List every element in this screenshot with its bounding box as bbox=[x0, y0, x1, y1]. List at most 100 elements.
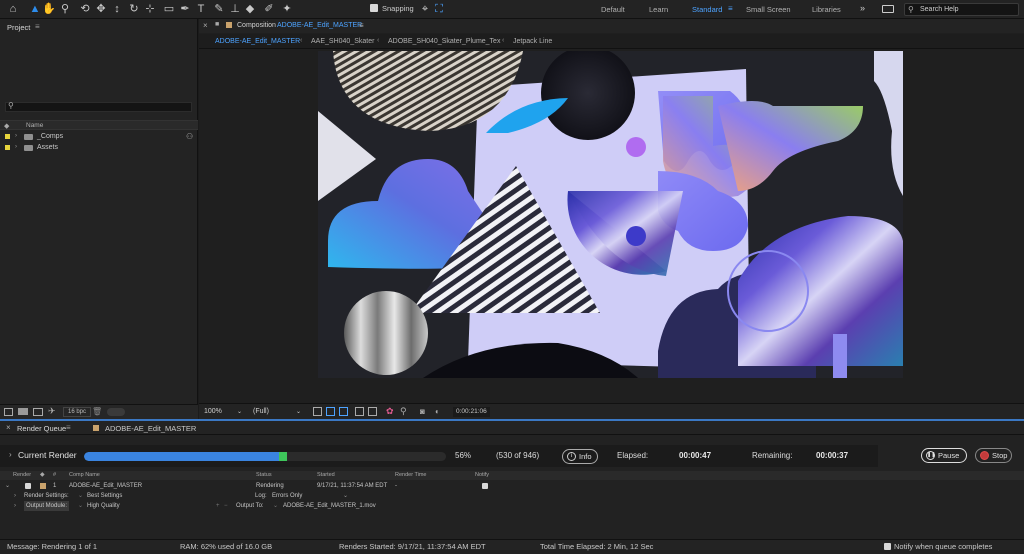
dolly-tool-icon[interactable]: ↕ bbox=[110, 2, 124, 16]
delete-icon[interactable]: 🗑 bbox=[92, 407, 102, 416]
anchor-tool-icon[interactable]: ⊹ bbox=[143, 2, 157, 16]
expand-chevron-icon[interactable]: › bbox=[15, 142, 17, 153]
collapse-chevron-icon[interactable]: ⌄ bbox=[5, 481, 10, 491]
dropdown-arrow-icon[interactable]: ⌄ bbox=[78, 501, 83, 511]
puppet-tool-icon[interactable]: ✦ bbox=[280, 2, 294, 16]
rotate-tool-icon[interactable]: ↻ bbox=[127, 2, 141, 16]
interpret-footage-icon[interactable] bbox=[4, 408, 13, 416]
project-search-input[interactable]: ⚲ bbox=[5, 101, 192, 112]
workspace-libraries[interactable]: Libraries bbox=[812, 5, 841, 14]
workspace-menu-icon[interactable]: ≡ bbox=[728, 4, 733, 13]
view-layout-icon[interactable] bbox=[368, 407, 377, 416]
adjust-settings-icon[interactable]: ✈ bbox=[48, 406, 56, 417]
timecode-display[interactable]: 0:00:21:06 bbox=[453, 407, 490, 417]
brush-tool-icon[interactable]: ✎ bbox=[212, 2, 226, 16]
snap-options-icon[interactable]: ⌖ bbox=[418, 2, 432, 16]
close-icon[interactable]: × bbox=[6, 423, 11, 432]
remove-output-icon[interactable]: − bbox=[224, 501, 228, 511]
add-output-icon[interactable]: + bbox=[216, 501, 220, 511]
search-help-input[interactable]: ⚲ Search Help bbox=[904, 3, 1019, 16]
type-tool-icon[interactable]: T bbox=[194, 2, 208, 16]
number-column-header[interactable]: # bbox=[53, 471, 56, 480]
notify-queue-checkbox[interactable] bbox=[884, 540, 891, 554]
started-column-header[interactable]: Started bbox=[317, 471, 335, 480]
output-module-value[interactable]: High Quality bbox=[87, 501, 120, 511]
resolution-select[interactable]: (Full) ⌄ bbox=[253, 407, 301, 417]
flowchart-icon[interactable]: ⚇ bbox=[186, 131, 193, 142]
label-color-swatch[interactable] bbox=[5, 134, 10, 139]
workspace-default[interactable]: Default bbox=[601, 5, 625, 14]
zoom-select[interactable]: 100% ⌄ bbox=[204, 407, 242, 417]
log-value[interactable]: Errors Only bbox=[272, 491, 302, 501]
close-icon[interactable]: × bbox=[203, 21, 208, 30]
bit-depth-button[interactable]: 16 bpc bbox=[63, 407, 92, 417]
show-snapshot-icon[interactable]: ◐ bbox=[435, 407, 440, 416]
expand-chevron-icon[interactable]: › bbox=[14, 491, 16, 501]
snapping-checkbox[interactable] bbox=[370, 4, 378, 12]
comp-tab[interactable]: ADOBE-AE_Edit_MASTER bbox=[105, 424, 196, 433]
render-column-header[interactable]: Render bbox=[13, 471, 31, 480]
region-of-interest-icon[interactable] bbox=[313, 407, 322, 416]
comp-name-column-header[interactable]: Comp Name bbox=[69, 471, 100, 480]
composition-tab-prefix[interactable]: Composition bbox=[237, 22, 276, 29]
label-color-swatch[interactable] bbox=[5, 145, 10, 150]
thumbnail-slider[interactable] bbox=[107, 408, 125, 416]
subtab-skater[interactable]: AAE_SH040_Skater bbox=[311, 38, 374, 45]
new-folder-icon[interactable] bbox=[18, 408, 28, 415]
screen-mode-icon[interactable] bbox=[882, 5, 894, 13]
render-queue-item[interactable]: ⌄ 1 ADOBE-AE_Edit_MASTER Rendering 9/17/… bbox=[0, 481, 1024, 491]
dropdown-arrow-icon[interactable]: ⌄ bbox=[78, 491, 83, 501]
comp-label-swatch[interactable] bbox=[40, 483, 46, 489]
zoom-tool-icon[interactable]: ⚲ bbox=[58, 2, 72, 16]
composition-canvas[interactable] bbox=[318, 51, 903, 378]
workspace-learn[interactable]: Learn bbox=[649, 5, 668, 14]
name-column-header[interactable]: Name bbox=[26, 122, 43, 129]
chevron-down-icon[interactable]: ⌄ bbox=[343, 491, 348, 501]
snapshot-icon[interactable]: ◙ bbox=[420, 407, 425, 416]
workspace-overflow-icon[interactable]: » bbox=[860, 3, 865, 13]
selection-tool-icon[interactable]: ▲ bbox=[28, 2, 42, 16]
output-to-value[interactable]: ADOBE-AE_Edit_MASTER_1.mov bbox=[283, 501, 376, 511]
subtab-skater-plume-tex[interactable]: ADOBE_SH040_Skater_Plume_Tex bbox=[388, 38, 500, 45]
channel-icon[interactable]: ✿ bbox=[386, 406, 394, 417]
roto-brush-tool-icon[interactable]: ✐ bbox=[262, 2, 276, 16]
dropdown-arrow-icon[interactable]: ⌄ bbox=[273, 501, 278, 511]
status-column-header[interactable]: Status bbox=[256, 471, 272, 480]
project-panel-title[interactable]: Project bbox=[7, 23, 30, 32]
orbit-tool-icon[interactable]: ⟲ bbox=[78, 2, 92, 16]
home-icon[interactable]: ⌂ bbox=[6, 2, 20, 16]
pause-button[interactable]: ❚❚ Pause bbox=[921, 448, 967, 463]
transparency-grid-icon[interactable] bbox=[326, 407, 335, 416]
clone-stamp-tool-icon[interactable]: ⊥ bbox=[228, 2, 242, 16]
panel-menu-icon[interactable]: ≡ bbox=[66, 423, 71, 432]
pen-tool-icon[interactable]: ✒ bbox=[178, 2, 192, 16]
label-column-icon[interactable]: ◆ bbox=[4, 122, 9, 130]
new-composition-icon[interactable] bbox=[33, 408, 43, 416]
lock-icon[interactable]: ■ bbox=[215, 21, 219, 28]
mask-visibility-icon[interactable] bbox=[339, 407, 348, 416]
render-checkbox[interactable] bbox=[25, 483, 31, 489]
grid-guides-icon[interactable] bbox=[355, 407, 364, 416]
subtab-jetpack-line[interactable]: Jetpack Line bbox=[513, 38, 552, 45]
rectangle-tool-icon[interactable]: ▭ bbox=[162, 2, 176, 16]
expand-chevron-icon[interactable]: › bbox=[15, 131, 17, 142]
info-button[interactable]: i Info bbox=[562, 449, 598, 464]
pan-tool-icon[interactable]: ✥ bbox=[94, 2, 108, 16]
expand-chevron-icon[interactable]: › bbox=[14, 501, 16, 511]
comp-panel-menu-icon[interactable]: ≡ bbox=[359, 21, 364, 30]
expand-chevron-icon[interactable]: › bbox=[9, 450, 12, 459]
render-settings-value[interactable]: Best Settings bbox=[87, 491, 122, 501]
exposure-icon[interactable]: ⚲ bbox=[400, 406, 407, 417]
composition-tab-name[interactable]: ADOBE-AE_Edit_MASTER bbox=[277, 22, 362, 29]
render-time-column-header[interactable]: Render Time bbox=[395, 471, 427, 480]
snap-mode-icon[interactable]: ⛶ bbox=[432, 2, 446, 16]
workspace-standard[interactable]: Standard bbox=[692, 5, 722, 14]
hand-tool-icon[interactable]: ✋ bbox=[42, 2, 56, 16]
label-column-icon[interactable]: ◆ bbox=[40, 471, 45, 480]
project-item-assets[interactable]: › Assets bbox=[0, 142, 198, 153]
project-panel-menu-icon[interactable]: ≡ bbox=[35, 22, 40, 31]
project-item-comps[interactable]: › _Comps ⚇ bbox=[0, 131, 198, 142]
workspace-small-screen[interactable]: Small Screen bbox=[746, 5, 791, 14]
eraser-tool-icon[interactable]: ◆ bbox=[243, 2, 257, 16]
stop-button[interactable]: Stop bbox=[975, 448, 1012, 463]
